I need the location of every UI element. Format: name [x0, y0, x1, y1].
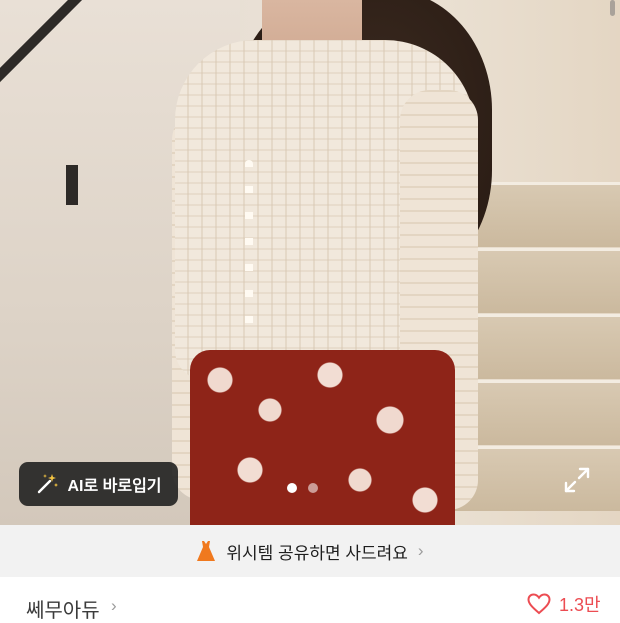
- carousel-dot-active[interactable]: [287, 483, 297, 493]
- pearl-buttons: [245, 160, 253, 340]
- like-count: 1.3만: [559, 595, 601, 615]
- handrail-post: [66, 165, 78, 205]
- wishlist-banner-text: 위시템 공유하면 사드려요: [226, 543, 408, 563]
- carousel-indicator: [287, 483, 318, 493]
- product-image[interactable]: AI로 바로입기: [0, 0, 620, 525]
- like-button[interactable]: 1.3만: [527, 591, 601, 617]
- floral-skirt: [190, 350, 455, 525]
- magic-wand-icon: [38, 474, 59, 494]
- ai-try-on-button[interactable]: AI로 바로입기: [19, 462, 178, 506]
- seller-row: 쎄무아듀 › 1.3만: [0, 577, 620, 623]
- scrollbar[interactable]: [610, 0, 615, 16]
- chevron-right-icon: ›: [417, 541, 424, 560]
- heart-icon: [527, 593, 551, 615]
- carousel-dot[interactable]: [308, 483, 318, 493]
- dress-icon: [197, 541, 216, 561]
- seller-name[interactable]: 쎄무아듀: [26, 594, 100, 623]
- expand-icon[interactable]: [563, 466, 591, 494]
- wishlist-share-banner[interactable]: 위시템 공유하면 사드려요 ›: [0, 525, 620, 577]
- ai-try-on-label: AI로 바로입기: [67, 478, 162, 495]
- chevron-right-icon[interactable]: ›: [111, 596, 117, 616]
